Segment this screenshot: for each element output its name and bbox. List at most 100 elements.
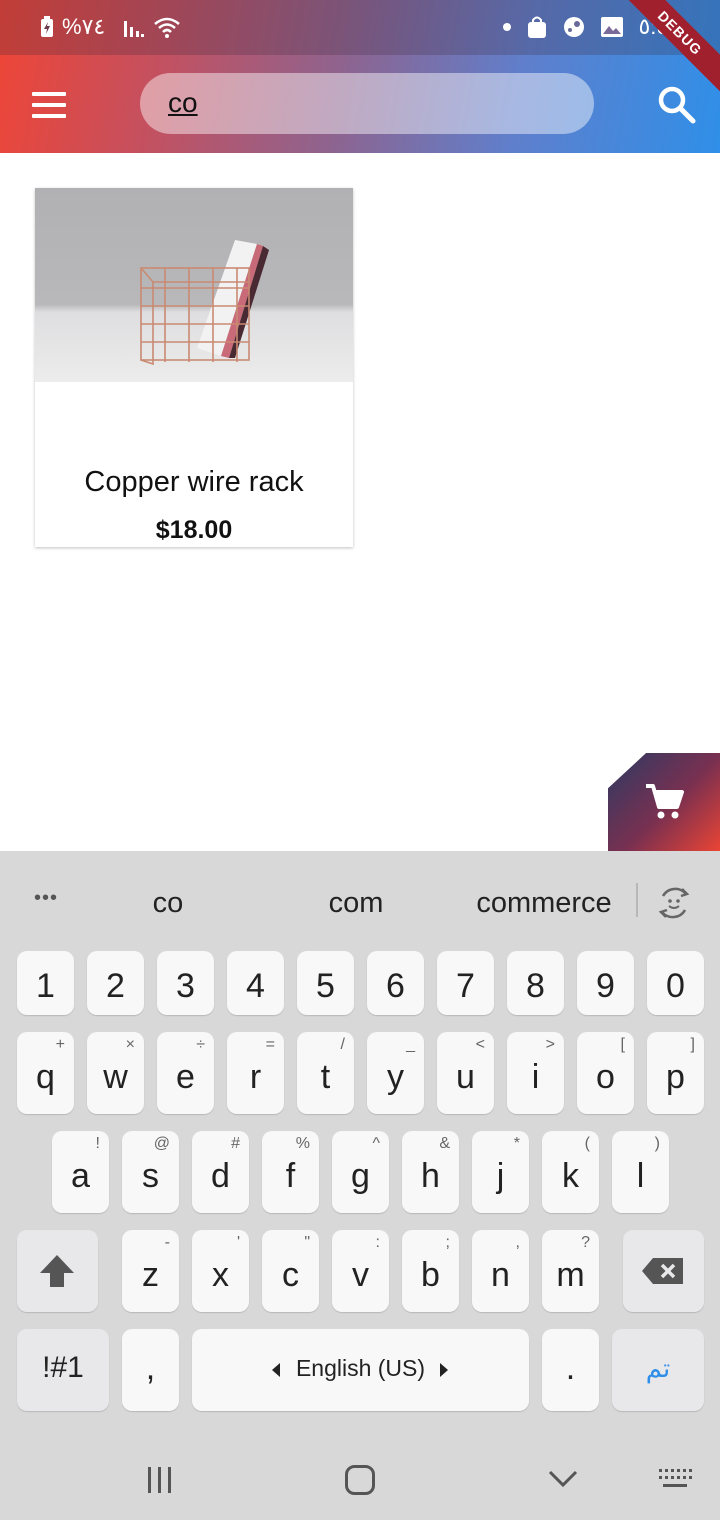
- key[interactable]: 4: [227, 951, 284, 1015]
- more-options-icon[interactable]: •••: [34, 887, 58, 910]
- status-left: %٧٤: [40, 14, 181, 40]
- key-alt-label: %: [295, 1135, 310, 1152]
- key[interactable]: i >: [507, 1032, 564, 1114]
- key[interactable]: 5: [297, 951, 354, 1015]
- key-label: m: [556, 1256, 585, 1294]
- done-key-label: تم: [645, 1353, 671, 1383]
- key-alt-label: (: [584, 1135, 590, 1152]
- period-key[interactable]: .: [542, 1329, 599, 1411]
- backspace-key[interactable]: [623, 1230, 704, 1312]
- key[interactable]: l): [612, 1131, 669, 1213]
- search-button[interactable]: [656, 84, 698, 126]
- key[interactable]: 3: [157, 951, 214, 1015]
- key-alt-label: ÷: [196, 1036, 205, 1053]
- symbols-key-label: !#1: [42, 1351, 84, 1384]
- key-label: 2: [106, 967, 125, 1005]
- comma-key[interactable]: ,: [122, 1329, 179, 1411]
- home-button[interactable]: [344, 1464, 376, 1496]
- search-input[interactable]: co: [140, 73, 594, 134]
- search-icon: [658, 86, 696, 124]
- key[interactable]: a!: [52, 1131, 109, 1213]
- menu-icon: [32, 92, 66, 96]
- key-alt-label: ^: [372, 1135, 380, 1152]
- done-key[interactable]: تم: [612, 1329, 704, 1411]
- symbols-key[interactable]: !#1: [17, 1329, 109, 1411]
- key[interactable]: q +: [17, 1032, 74, 1114]
- suggestion-item[interactable]: com: [288, 887, 424, 920]
- product-price: $18.00: [155, 516, 233, 544]
- key[interactable]: 1: [17, 951, 74, 1015]
- key[interactable]: r =: [227, 1032, 284, 1114]
- key[interactable]: u <: [437, 1032, 494, 1114]
- key[interactable]: h &: [402, 1131, 459, 1213]
- battery-icon: [40, 16, 54, 38]
- key-alt-label: -: [164, 1234, 170, 1251]
- key-alt-label: +: [55, 1036, 65, 1053]
- key-label: e: [176, 1058, 195, 1096]
- key[interactable]: 6: [367, 951, 424, 1015]
- key[interactable]: j *: [472, 1131, 529, 1213]
- suggestion-item[interactable]: co: [100, 887, 236, 920]
- key-alt-label: ×: [125, 1036, 135, 1053]
- keyboard-icon: [659, 1469, 692, 1487]
- menu-icon-bar: [32, 114, 66, 118]
- right-arrow-icon: [440, 1363, 448, 1377]
- keyboard-switch-button[interactable]: [658, 1467, 692, 1491]
- menu-button[interactable]: [29, 88, 69, 122]
- key[interactable]: v:: [332, 1230, 389, 1312]
- key-alt-label: ]: [690, 1036, 695, 1053]
- steam-icon: [562, 15, 586, 39]
- key[interactable]: 9: [577, 951, 634, 1015]
- key-label: r: [249, 1058, 262, 1096]
- recent-apps-icon: [148, 1467, 171, 1493]
- screen: { "status_bar": { "battery": "%٧٤", "rig…: [0, 0, 720, 1520]
- key[interactable]: g ^: [332, 1131, 389, 1213]
- key[interactable]: m?: [542, 1230, 599, 1312]
- space-key[interactable]: English (US): [192, 1329, 529, 1411]
- key[interactable]: e ÷: [157, 1032, 214, 1114]
- key-alt-label: /: [340, 1036, 345, 1053]
- system-nav-bar: [0, 1430, 720, 1520]
- key[interactable]: c ": [262, 1230, 319, 1312]
- image-icon: [600, 16, 624, 38]
- key-alt-label: :: [375, 1234, 380, 1251]
- key[interactable]: f%: [262, 1131, 319, 1213]
- shift-key[interactable]: [17, 1230, 98, 1312]
- key[interactable]: 7: [437, 951, 494, 1015]
- key[interactable]: d #: [192, 1131, 249, 1213]
- key-label: 3: [176, 967, 195, 1005]
- key-label: l: [636, 1157, 645, 1195]
- key[interactable]: 8: [507, 951, 564, 1015]
- emoji-refresh-icon[interactable]: [655, 884, 693, 922]
- key[interactable]: w ×: [87, 1032, 144, 1114]
- key[interactable]: 2: [87, 951, 144, 1015]
- dot-icon: [502, 22, 512, 32]
- key-label: n: [491, 1256, 510, 1294]
- chevron-down-icon: [548, 1470, 578, 1488]
- key[interactable]: y _: [367, 1032, 424, 1114]
- key[interactable]: z-: [122, 1230, 179, 1312]
- suggestion-item[interactable]: commerce: [462, 887, 626, 920]
- key-label: w: [103, 1058, 128, 1096]
- cart-icon: [646, 784, 684, 819]
- back-button[interactable]: [548, 1470, 578, 1488]
- key[interactable]: k(: [542, 1131, 599, 1213]
- key[interactable]: n,: [472, 1230, 529, 1312]
- status-bar: %٧٤: [0, 0, 720, 55]
- key-label: p: [666, 1058, 685, 1096]
- key[interactable]: p]: [647, 1032, 704, 1114]
- key[interactable]: x ': [192, 1230, 249, 1312]
- product-card[interactable]: Copper wire rack $18.00: [35, 188, 353, 547]
- key[interactable]: b;: [402, 1230, 459, 1312]
- key[interactable]: o[: [577, 1032, 634, 1114]
- space-key-label: English (US): [295, 1355, 426, 1381]
- key-alt-label: [: [620, 1036, 625, 1053]
- key[interactable]: 0: [647, 951, 704, 1015]
- key-label: 5: [316, 967, 335, 1005]
- soft-keyboard: ••• co com commerce 1 2 3 4 5 6 7 8 9 0 q + w × e ÷ r = t /…: [0, 851, 720, 1520]
- recent-apps-button[interactable]: [146, 1467, 174, 1493]
- key[interactable]: t /: [297, 1032, 354, 1114]
- key[interactable]: s @: [122, 1131, 179, 1213]
- cart-button[interactable]: [608, 753, 720, 851]
- period-key-label: .: [565, 1349, 576, 1387]
